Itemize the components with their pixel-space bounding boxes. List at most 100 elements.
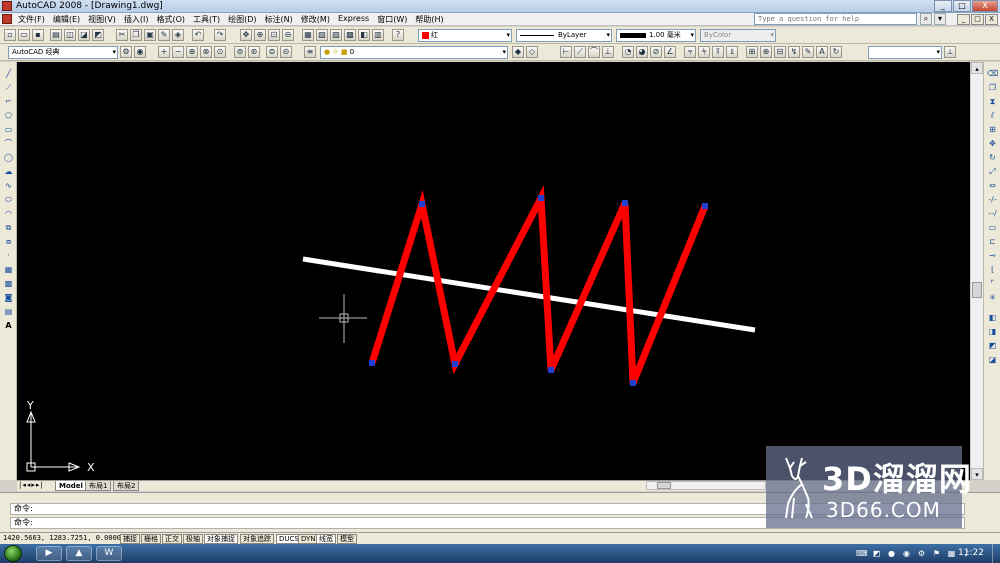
match-properties-icon[interactable]: ✎ <box>158 29 170 41</box>
copy-object-icon[interactable]: ❐ <box>987 82 998 93</box>
help-search-input[interactable]: Type a question for help <box>754 13 917 25</box>
tool-palettes-icon[interactable]: ▨ <box>330 29 342 41</box>
grip-point[interactable] <box>419 201 425 207</box>
zoom-object-icon[interactable]: ⊛ <box>248 46 260 58</box>
zoom-scale-icon[interactable]: ⊙ <box>214 46 226 58</box>
explode-icon[interactable]: ✳ <box>987 292 998 303</box>
maximize-button[interactable]: □ <box>953 0 971 12</box>
save-icon[interactable]: ▪ <box>32 29 44 41</box>
draworder-front-icon[interactable]: ◧ <box>987 312 998 323</box>
ordinate-dimension-icon[interactable]: ⊥ <box>602 46 614 58</box>
dimension-text-edit-icon[interactable]: A <box>816 46 828 58</box>
preview-icon[interactable]: ◫ <box>64 29 76 41</box>
search-icon[interactable]: ⌕ <box>920 13 932 25</box>
erase-icon[interactable]: ⌫ <box>987 68 998 79</box>
menu-dimension[interactable]: 标注(N) <box>265 14 293 25</box>
print-icon[interactable]: ▤ <box>50 29 62 41</box>
layer-select[interactable]: ● ☼ ■ 0 ▾ <box>320 46 508 59</box>
point-icon[interactable]: · <box>3 250 14 261</box>
scroll-down-icon[interactable]: ▾ <box>971 468 983 480</box>
zoom-in-icon[interactable]: + <box>158 46 170 58</box>
network-icon[interactable]: ▦ <box>946 548 957 559</box>
copy-icon[interactable]: ❐ <box>130 29 142 41</box>
tray-app-icon[interactable]: ◩ <box>871 548 882 559</box>
dimension-style-select[interactable]: ▾ <box>868 46 942 59</box>
angular-dimension-icon[interactable]: ∠ <box>664 46 676 58</box>
menu-window[interactable]: 窗口(W) <box>377 14 407 25</box>
tray-green-icon[interactable]: ● <box>886 548 897 559</box>
polygon-icon[interactable]: ⬠ <box>3 110 14 121</box>
circle-icon[interactable]: ◯ <box>3 152 14 163</box>
model-toggle[interactable]: 模型 <box>337 534 357 544</box>
draworder-below-icon[interactable]: ◪ <box>987 354 998 365</box>
media-player-taskbar-icon[interactable]: ▶ <box>36 546 62 561</box>
menu-draw[interactable]: 绘图(D) <box>228 14 256 25</box>
dimension-space-icon[interactable]: ⫫ <box>726 46 738 58</box>
menu-express[interactable]: Express <box>338 14 369 25</box>
menu-file[interactable]: 文件(F) <box>18 14 45 25</box>
taskbar-clock[interactable]: 11:22 <box>958 548 984 558</box>
chevron-down-icon[interactable]: ▾ <box>934 13 946 25</box>
menu-format[interactable]: 格式(O) <box>156 14 185 25</box>
table-icon[interactable]: ▤ <box>3 306 14 317</box>
horizontal-scrollbar[interactable] <box>646 481 766 490</box>
gradient-icon[interactable]: ▩ <box>3 278 14 289</box>
continue-dimension-icon[interactable]: ⫪ <box>712 46 724 58</box>
cut-icon[interactable]: ✂ <box>116 29 128 41</box>
diameter-dimension-icon[interactable]: ⊘ <box>650 46 662 58</box>
tab-model[interactable]: Model <box>55 481 87 491</box>
scroll-up-icon[interactable]: ▴ <box>971 62 983 74</box>
zoom-center-icon[interactable]: ⊚ <box>234 46 246 58</box>
grip-point[interactable] <box>452 361 458 367</box>
make-layer-current-icon[interactable]: ◆ <box>512 46 524 58</box>
horizontal-scroll-thumb[interactable] <box>657 482 671 489</box>
drawing-restore-button[interactable]: □ <box>971 14 984 25</box>
menu-help[interactable]: 帮助(H) <box>415 14 443 25</box>
autocad-app-icon[interactable] <box>2 1 12 11</box>
red-zigzag-polyline[interactable] <box>368 185 709 385</box>
polar-toggle[interactable]: 极轴 <box>183 534 203 544</box>
rotate-icon[interactable]: ↻ <box>987 152 998 163</box>
linetype-select[interactable]: ByLayer ▾ <box>516 29 612 42</box>
pan-icon[interactable]: ✥ <box>240 29 252 41</box>
array-icon[interactable]: ⊞ <box>987 124 998 135</box>
ellipse-icon[interactable]: ⬭ <box>3 194 14 205</box>
drawing-close-button[interactable]: X <box>985 14 998 25</box>
quick-dimension-icon[interactable]: ⫧ <box>684 46 696 58</box>
baseline-dimension-icon[interactable]: ⫩ <box>698 46 710 58</box>
revision-cloud-icon[interactable]: ☁ <box>3 166 14 177</box>
keyboard-icon[interactable]: ⌨ <box>856 548 868 559</box>
workspace-select[interactable]: AutoCAD 经典 ▾ <box>8 46 118 59</box>
dimension-style-icon[interactable]: ⟂ <box>944 46 956 58</box>
grip-point[interactable] <box>630 380 636 386</box>
paste-icon[interactable]: ▣ <box>144 29 156 41</box>
osnap-toggle[interactable]: 对象捕捉 <box>204 534 238 544</box>
block-editor-icon[interactable]: ◈ <box>172 29 184 41</box>
flag-icon[interactable]: ⚑ <box>931 548 942 559</box>
trim-icon[interactable]: -/- <box>987 194 998 205</box>
mirror-icon[interactable]: ⧗ <box>987 96 998 107</box>
3d-publish-icon[interactable]: ◩ <box>92 29 104 41</box>
tray-settings-icon[interactable]: ⚙ <box>916 548 927 559</box>
spline-icon[interactable]: ∿ <box>3 180 14 191</box>
sheet-set-icon[interactable]: ▩ <box>344 29 356 41</box>
menu-view[interactable]: 视图(V) <box>88 14 116 25</box>
word-taskbar-icon[interactable]: W <box>96 546 122 561</box>
lineweight-toggle[interactable]: 线宽 <box>316 534 336 544</box>
break-at-point-icon[interactable]: ▭ <box>987 222 998 233</box>
grid-toggle[interactable]: 栅格 <box>141 534 161 544</box>
offset-icon[interactable]: ⫽ <box>987 110 998 121</box>
grip-point[interactable] <box>622 200 628 206</box>
workspace-settings-icon[interactable]: ⚙ <box>120 46 132 58</box>
markup-icon[interactable]: ◧ <box>358 29 370 41</box>
grip-point[interactable] <box>369 360 375 366</box>
open-icon[interactable]: ▭ <box>18 29 30 41</box>
my-workspace-icon[interactable]: ◉ <box>134 46 146 58</box>
hatch-icon[interactable]: ▦ <box>3 264 14 275</box>
jogged-linear-icon[interactable]: ↯ <box>788 46 800 58</box>
publish-icon[interactable]: ◪ <box>78 29 90 41</box>
redo-icon[interactable]: ↷ <box>214 29 226 41</box>
start-button[interactable] <box>4 545 22 562</box>
region-icon[interactable]: ◙ <box>3 292 14 303</box>
grip-point[interactable] <box>538 195 544 201</box>
